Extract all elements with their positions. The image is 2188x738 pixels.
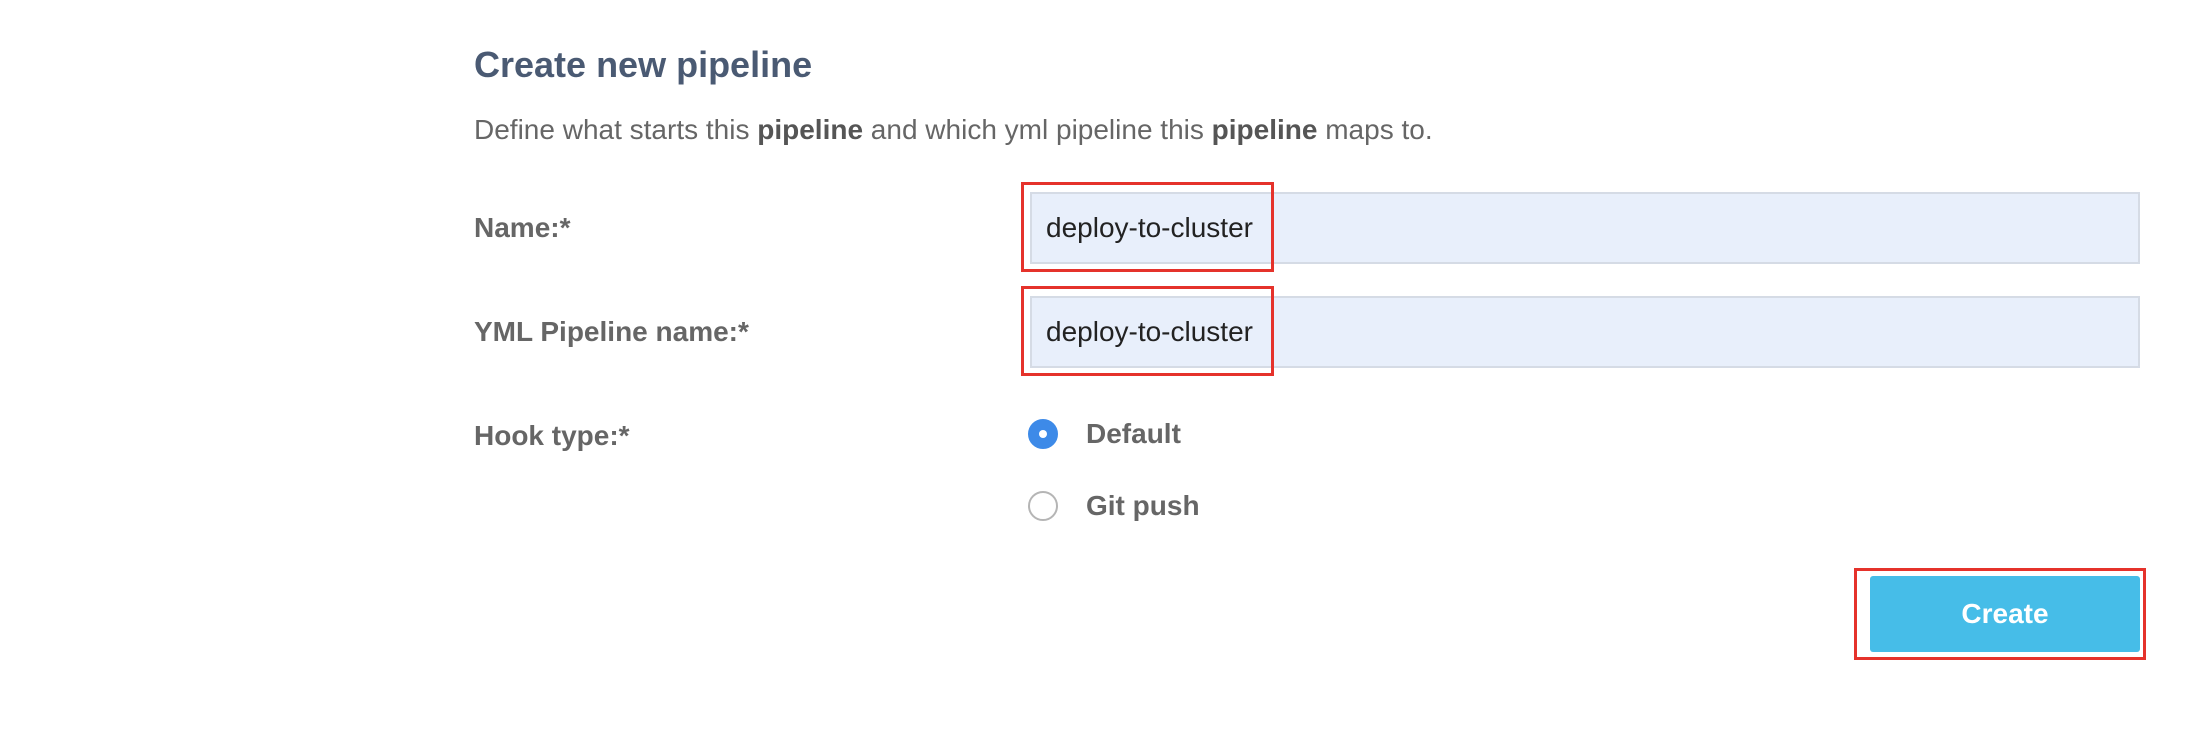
- page-title: Create new pipeline: [474, 44, 813, 85]
- hook-type-label: Hook type:*: [474, 420, 630, 451]
- yml-pipeline-name-label: YML Pipeline name:*: [474, 316, 749, 347]
- radio-selected-icon[interactable]: [1028, 419, 1058, 449]
- name-input[interactable]: [1030, 192, 2140, 264]
- subtitle-text-3: maps to.: [1317, 114, 1433, 145]
- hook-type-git-push-option[interactable]: Git push: [1028, 490, 1200, 522]
- name-label: Name:*: [474, 212, 571, 243]
- subtitle-text-2: and which yml pipeline this: [863, 114, 1212, 145]
- hook-type-default-label: Default: [1086, 418, 1181, 449]
- yml-pipeline-name-input[interactable]: [1030, 296, 2140, 368]
- hook-type-git-push-label: Git push: [1086, 490, 1200, 521]
- subtitle-bold-1: pipeline: [757, 114, 864, 145]
- create-pipeline-form: Create new pipeline Define what starts t…: [474, 0, 2154, 738]
- subtitle-text-1: Define what starts this: [474, 114, 758, 145]
- radio-unselected-icon[interactable]: [1028, 491, 1058, 521]
- page-subtitle: Define what starts this pipeline and whi…: [474, 114, 1433, 146]
- hook-type-default-option[interactable]: Default: [1028, 418, 1181, 450]
- subtitle-bold-2: pipeline: [1211, 114, 1318, 145]
- create-button[interactable]: Create: [1870, 576, 2140, 652]
